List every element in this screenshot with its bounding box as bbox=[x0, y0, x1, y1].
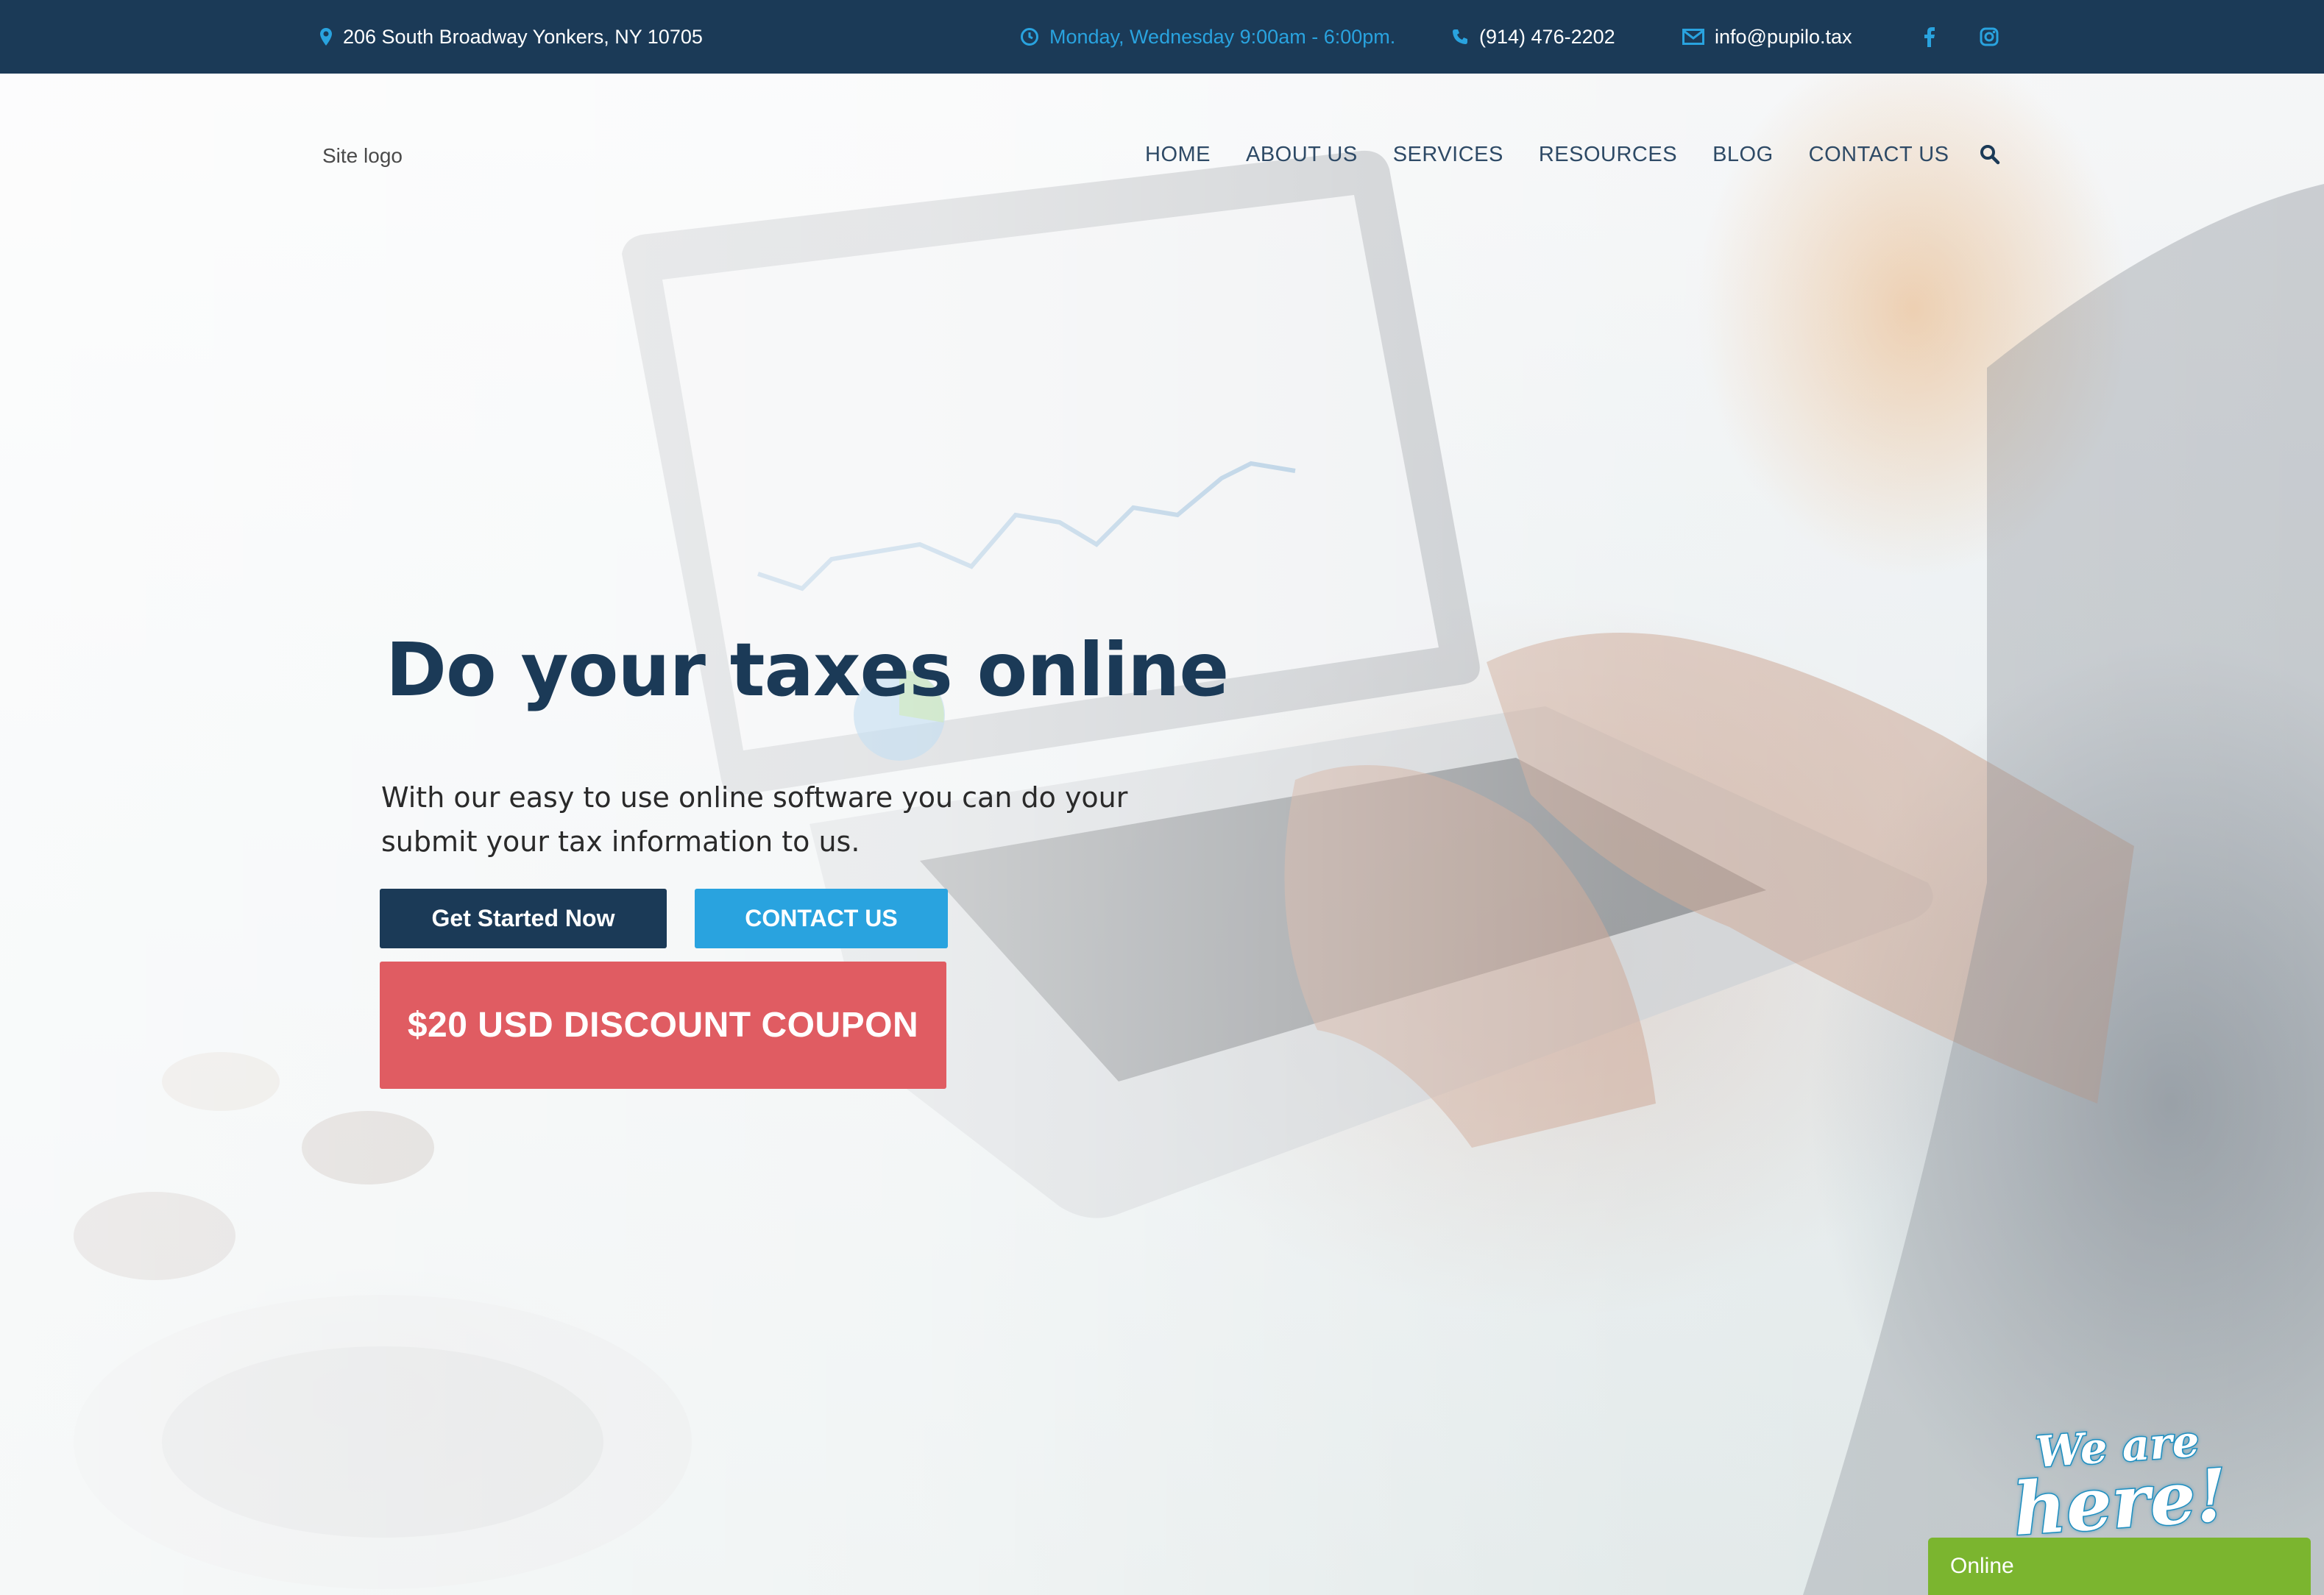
chat-status-text: Online bbox=[1950, 1554, 2014, 1578]
nav-home[interactable]: HOME bbox=[1145, 138, 1211, 171]
main-nav: HOME ABOUT US SERVICES RESOURCES BLOG CO… bbox=[1145, 138, 1949, 171]
email-text[interactable]: info@pupilo.tax bbox=[1715, 26, 1852, 49]
facebook-icon[interactable] bbox=[1924, 26, 1935, 47]
map-marker-icon bbox=[319, 27, 333, 46]
instagram-link[interactable] bbox=[1980, 0, 1999, 74]
email-item[interactable]: info@pupilo.tax bbox=[1682, 0, 1852, 74]
envelope-icon bbox=[1682, 29, 1704, 45]
phone-icon bbox=[1451, 28, 1469, 46]
chat-badge[interactable]: We are here! bbox=[2010, 1415, 2231, 1553]
nav-contact-us[interactable]: CONTACT US bbox=[1809, 138, 1949, 171]
address-item: 206 South Broadway Yonkers, NY 10705 bbox=[319, 0, 703, 74]
hours-text: Monday, Wednesday 9:00am - 6:00pm. bbox=[1049, 25, 1396, 48]
chat-status-bar[interactable]: Online bbox=[1928, 1538, 2311, 1595]
hours-item: Monday, Wednesday 9:00am - 6:00pm. bbox=[1020, 0, 1395, 74]
nav-about-us[interactable]: ABOUT US bbox=[1246, 138, 1358, 171]
nav-resources[interactable]: RESOURCES bbox=[1539, 138, 1677, 171]
search-icon[interactable] bbox=[1980, 144, 2000, 165]
discount-coupon-button[interactable]: $20 USD DISCOUNT COUPON bbox=[380, 962, 946, 1089]
contact-us-button[interactable]: CONTACT US bbox=[695, 889, 948, 948]
search-button[interactable] bbox=[1980, 144, 2000, 168]
nav-blog[interactable]: BLOG bbox=[1712, 138, 1774, 171]
hero-title: Do your taxes online bbox=[386, 627, 1229, 713]
phone-item[interactable]: (914) 476-2202 bbox=[1451, 0, 1615, 74]
hero-subtitle: With our easy to use online software you… bbox=[381, 781, 1128, 858]
address-text: 206 South Broadway Yonkers, NY 10705 bbox=[343, 25, 703, 48]
site-logo[interactable]: Site logo bbox=[322, 144, 403, 168]
get-started-button[interactable]: Get Started Now bbox=[380, 889, 667, 948]
chat-badge-line2: here! bbox=[2010, 1452, 2231, 1554]
nav-services[interactable]: SERVICES bbox=[1393, 138, 1503, 171]
top-info-bar: 206 South Broadway Yonkers, NY 10705 Mon… bbox=[0, 0, 2324, 74]
instagram-icon[interactable] bbox=[1980, 27, 1999, 46]
facebook-link[interactable] bbox=[1924, 0, 1935, 74]
phone-text[interactable]: (914) 476-2202 bbox=[1479, 26, 1615, 49]
clock-icon bbox=[1020, 27, 1039, 46]
